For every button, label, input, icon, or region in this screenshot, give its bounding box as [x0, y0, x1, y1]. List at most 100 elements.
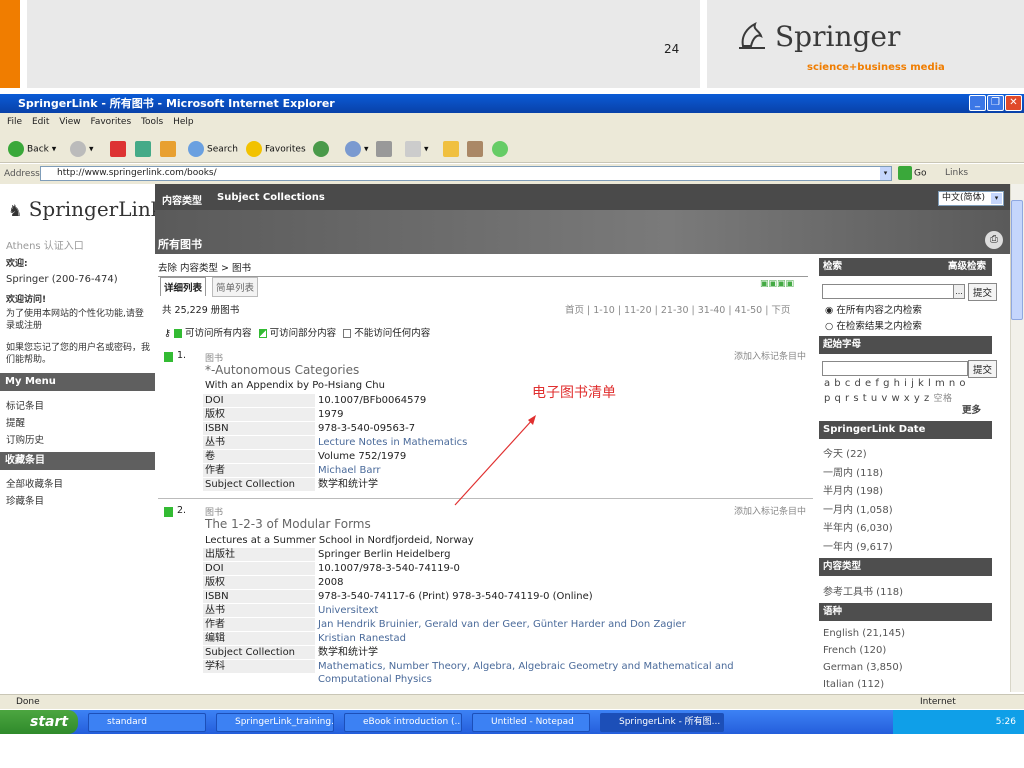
messenger-button[interactable]: [492, 141, 511, 157]
personalization-text[interactable]: 为了使用本网站的个性化功能,请登录或注册: [6, 308, 151, 332]
start-button[interactable]: start: [0, 710, 78, 734]
key-icon: ⚷: [164, 328, 171, 339]
more-letters-link[interactable]: 更多: [962, 402, 981, 416]
date-filter-item[interactable]: 今天 (22): [823, 445, 867, 460]
print-button[interactable]: [376, 141, 395, 157]
search-button[interactable]: Search: [188, 141, 238, 157]
edit-button[interactable]: ▾: [405, 141, 429, 157]
book-subtitle: With an Appendix by Po-Hsiang Chu: [205, 380, 385, 391]
stop-button[interactable]: [110, 141, 129, 157]
go-button[interactable]: Go: [898, 166, 926, 182]
book-subtitle: Lectures at a Summer School in Nordfjord…: [205, 535, 474, 546]
subject-collections-tab[interactable]: Subject Collections: [217, 192, 325, 203]
minimize-button[interactable]: _: [969, 95, 986, 111]
tab-detail-list[interactable]: 详细列表: [160, 277, 207, 296]
book-field-label: DOI: [203, 562, 315, 575]
add-to-marked-link[interactable]: 添加入标记条目中: [734, 349, 806, 362]
content-type-tab[interactable]: 内容类型: [162, 192, 202, 207]
refresh-icon: [135, 141, 151, 157]
window-title: SpringerLink - 所有图书 - Microsoft Internet…: [0, 94, 1024, 113]
search-options-button[interactable]: ...: [953, 284, 965, 299]
book-field-value: Jan Hendrik Bruinier, Gerald van der Gee…: [318, 619, 686, 630]
tab-simple-list[interactable]: 简单列表: [212, 277, 259, 297]
radio-search-all[interactable]: ◉ 在所有内容之内检索: [825, 302, 922, 316]
menu-tools[interactable]: Tools: [141, 117, 163, 127]
date-filter-item[interactable]: 一月内 (1,058): [823, 501, 893, 516]
language-heading: 语种: [819, 603, 992, 621]
home-button[interactable]: [160, 141, 179, 157]
book-title[interactable]: The 1-2-3 of Modular Forms: [205, 517, 371, 531]
forward-button[interactable]: ▾: [70, 141, 94, 157]
links-button[interactable]: Links: [945, 166, 968, 181]
research-button[interactable]: [467, 141, 486, 157]
address-dropdown-icon[interactable]: ▾: [880, 167, 891, 180]
book-field-label: 丛书: [203, 604, 315, 617]
address-input[interactable]: http://www.springerlink.com/books/: [40, 166, 892, 181]
forward-arrow-icon: [70, 141, 86, 157]
slide-accent-bar: [0, 0, 20, 88]
task-notepad[interactable]: Untitled - Notepad: [472, 713, 590, 732]
springer-horse-icon: [739, 22, 765, 49]
back-button[interactable]: Back ▾: [8, 141, 56, 157]
language-filter-item[interactable]: French (120): [823, 645, 886, 656]
add-to-marked-link[interactable]: 添加入标记条目中: [734, 504, 806, 517]
favorites-saved[interactable]: 珍藏条目: [6, 493, 44, 507]
ctype-reference[interactable]: 参考工具书 (118): [823, 583, 903, 598]
forgot-password-text[interactable]: 如果您忘记了您的用户名或密码，我们能帮助。: [6, 342, 151, 366]
history-button[interactable]: [313, 141, 332, 157]
book-field-value: Universitext: [318, 605, 379, 616]
menu-file[interactable]: File: [7, 117, 22, 127]
book-field-label: 丛书: [203, 436, 315, 449]
radio-search-results[interactable]: ○ 在检索结果之内检索: [825, 318, 922, 332]
research-icon: [467, 141, 483, 157]
language-select[interactable]: 中文(简体) ▾: [938, 191, 1004, 206]
my-menu-marked[interactable]: 标记条目: [6, 398, 44, 412]
content-type-heading: 内容类型: [819, 558, 992, 576]
language-filter-item[interactable]: Italian (112): [823, 679, 884, 690]
date-filter-item[interactable]: 一周内 (118): [823, 464, 883, 479]
breadcrumb[interactable]: 去除 内容类型 > 图书: [158, 260, 251, 274]
scrollbar-thumb[interactable]: [1011, 200, 1023, 320]
refresh-button[interactable]: [135, 141, 154, 157]
book-title[interactable]: *-Autonomous Categories: [205, 363, 359, 377]
my-menu-orders[interactable]: 订购历史: [6, 432, 44, 446]
my-menu-alerts[interactable]: 提醒: [6, 415, 25, 429]
menu-edit[interactable]: Edit: [32, 117, 49, 127]
search-input[interactable]: [822, 284, 954, 299]
language-filter-item[interactable]: English (21,145): [823, 628, 905, 639]
menu-view[interactable]: View: [59, 117, 80, 127]
favorites-button[interactable]: Favorites: [246, 141, 306, 157]
task-ebook-introduction[interactable]: eBook introduction (...: [344, 713, 462, 732]
starting-letter-heading: 起始字母: [819, 336, 992, 354]
task-springerlink-ie[interactable]: SpringerLink - 所有图...: [600, 713, 724, 732]
menu-help[interactable]: Help: [173, 117, 194, 127]
export-icons[interactable]: ▣▣▣▣: [760, 279, 810, 291]
task-springerlink-training[interactable]: SpringerLink_training...: [216, 713, 334, 732]
date-filter-item[interactable]: 半年内 (6,030): [823, 519, 893, 534]
folder-button[interactable]: [443, 141, 462, 157]
print-icon[interactable]: ⎙: [985, 231, 1003, 249]
letters-row-2[interactable]: p q r s t u v w x y z 空格: [824, 391, 952, 404]
pagination[interactable]: 首页 | 1-10 | 11-20 | 21-30 | 31-40 | 41-5…: [565, 302, 790, 316]
search-heading: 检索 高级检索: [819, 258, 992, 276]
date-heading: SpringerLink Date: [819, 421, 992, 439]
task-standard[interactable]: standard: [88, 713, 206, 732]
athens-link[interactable]: Athens 认证入口: [6, 237, 84, 252]
date-filter-item[interactable]: 半月内 (198): [823, 482, 883, 497]
home-icon: [160, 141, 176, 157]
restore-button[interactable]: ❐: [987, 95, 1004, 111]
search-submit-button[interactable]: 提交: [968, 283, 998, 301]
book-field-value: Lecture Notes in Mathematics: [318, 437, 468, 448]
springer-horse-small-icon: ♞: [8, 201, 23, 220]
menu-favorites[interactable]: Favorites: [90, 117, 131, 127]
favorites-all[interactable]: 全部收藏条目: [6, 476, 63, 490]
letters-row-1[interactable]: a b c d e f g h i j k l m n o: [824, 378, 966, 389]
advanced-search-link[interactable]: 高级检索: [948, 258, 986, 276]
date-filter-item[interactable]: 一年内 (9,617): [823, 538, 893, 553]
close-button[interactable]: ✕: [1005, 95, 1022, 111]
mail-button[interactable]: ▾: [345, 141, 369, 157]
language-filter-item[interactable]: German (3,850): [823, 662, 903, 673]
letter-input[interactable]: [822, 361, 968, 376]
letter-submit-button[interactable]: 提交: [968, 360, 998, 378]
my-menu-heading: My Menu: [0, 373, 155, 391]
